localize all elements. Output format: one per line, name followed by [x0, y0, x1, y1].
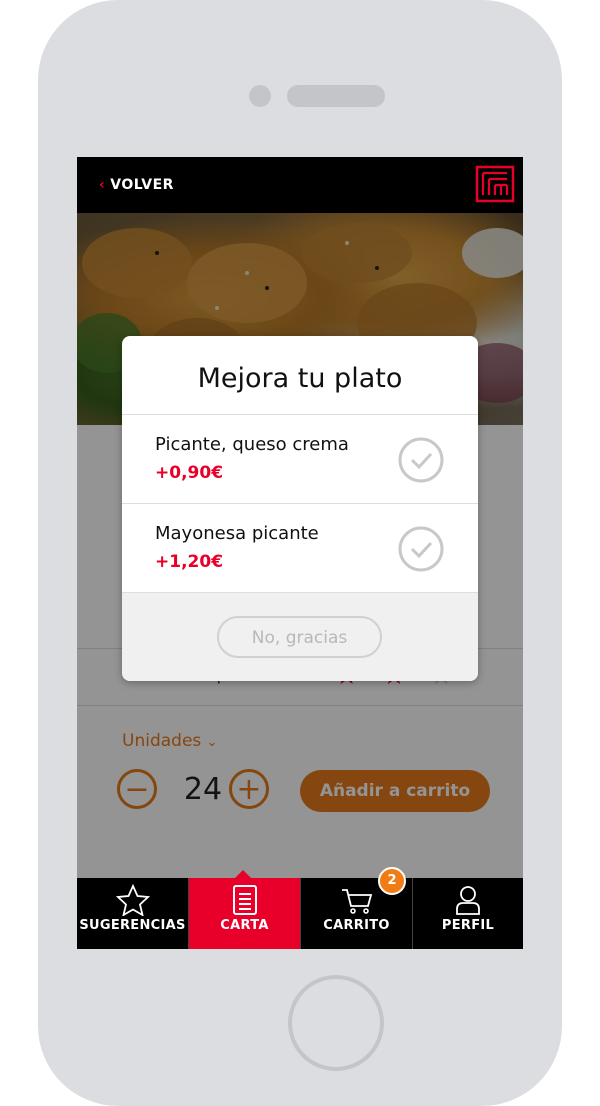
tab-bar: SUGERENCIAS CARTA CARRITO 2 PERFIL: [77, 867, 523, 949]
tab-label: SUGERENCIAS: [79, 918, 186, 933]
brand-logo: [475, 165, 515, 203]
option-name: Picante, queso crema: [155, 434, 349, 455]
option-price: +1,20€: [155, 552, 224, 572]
modal-title: Mejora tu plato: [122, 336, 478, 415]
check-circle-icon[interactable]: [398, 437, 444, 483]
tab-perfil[interactable]: PERFIL: [413, 878, 523, 949]
option-price: +0,90€: [155, 463, 224, 483]
back-label: VOLVER: [110, 177, 174, 193]
option-row[interactable]: Picante, queso crema +0,90€: [122, 415, 478, 504]
cart-count-badge: 2: [378, 867, 406, 895]
home-button[interactable]: [288, 975, 384, 1071]
option-name: Mayonesa picante: [155, 523, 319, 544]
menu-document-icon: [189, 878, 300, 918]
tab-label: CARRITO: [323, 918, 390, 933]
user-icon: [413, 878, 523, 918]
chevron-left-icon: ‹: [99, 177, 106, 193]
option-row[interactable]: Mayonesa picante +1,20€: [122, 504, 478, 593]
top-bar: ‹ VOLVER: [77, 157, 523, 213]
modal-footer: No, gracias: [122, 593, 478, 681]
camera-dot: [249, 85, 271, 107]
tab-sugerencias[interactable]: SUGERENCIAS: [77, 878, 188, 949]
tab-carta[interactable]: CARTA: [189, 878, 300, 949]
check-circle-icon[interactable]: [398, 526, 444, 572]
speaker-grille: [287, 85, 385, 107]
tab-label: CARTA: [220, 918, 269, 933]
upgrade-dish-modal: Mejora tu plato Picante, queso crema +0,…: [122, 336, 478, 681]
tab-label: PERFIL: [441, 918, 495, 933]
active-tab-indicator: [234, 870, 252, 879]
no-thanks-button[interactable]: No, gracias: [217, 616, 382, 658]
app-screen: ‹VOLVER Valora este producto ★★★: [77, 157, 523, 949]
back-button[interactable]: ‹ VOLVER: [99, 177, 174, 193]
star-icon: [77, 878, 188, 918]
